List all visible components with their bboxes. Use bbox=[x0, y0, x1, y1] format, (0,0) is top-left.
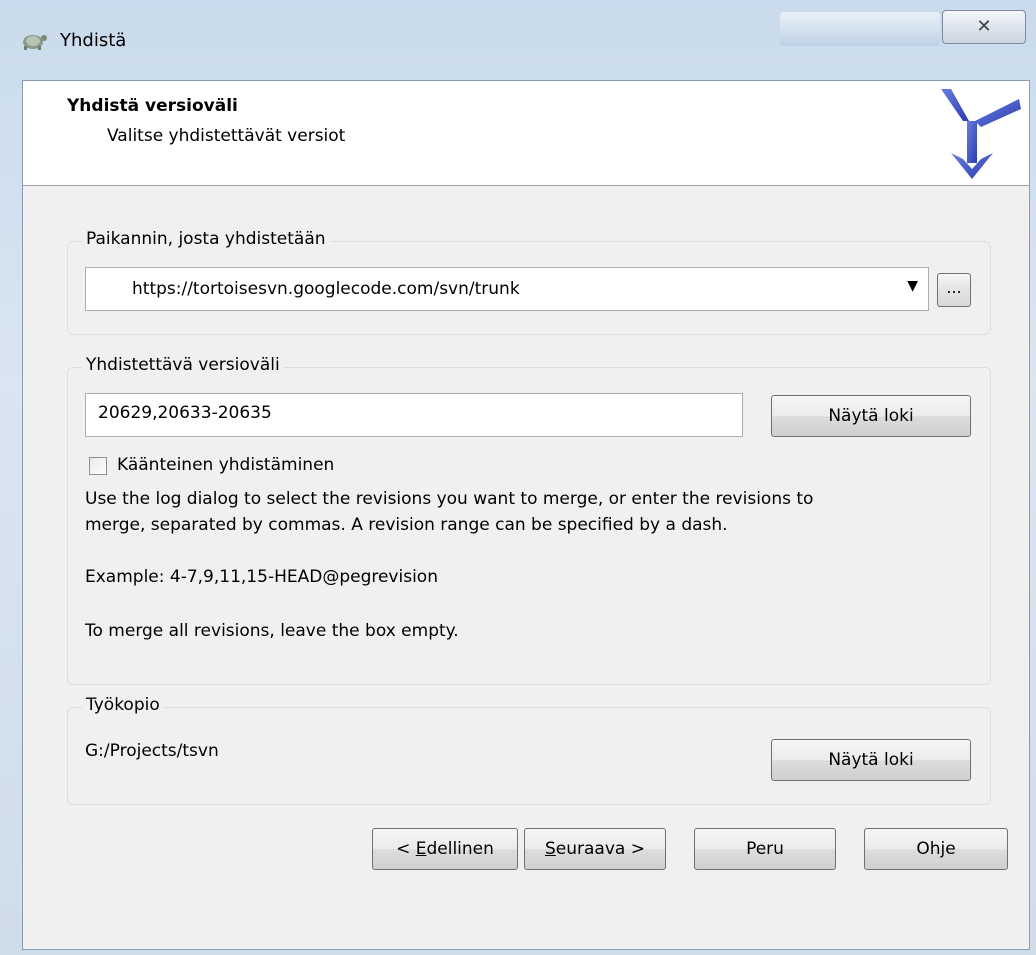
close-button[interactable]: ✕ bbox=[942, 10, 1026, 44]
help-text-line-2: merge, separated by commas. A revision r… bbox=[85, 515, 728, 535]
dialog-client-area: Yhdistä versioväli Valitse yhdistettävät… bbox=[22, 80, 1030, 950]
help-text-line-1: Use the log dialog to select the revisio… bbox=[85, 489, 814, 509]
back-button[interactable]: < Edellinen bbox=[372, 828, 518, 870]
cancel-button[interactable]: Peru bbox=[694, 828, 836, 870]
tortoise-app-icon bbox=[23, 35, 47, 50]
url-combobox[interactable]: https://tortoisesvn.googlecode.com/svn/t… bbox=[85, 267, 929, 311]
revision-range-input[interactable]: 20629,20633-20635 bbox=[85, 393, 743, 437]
working-copy-show-log-button[interactable]: Näytä loki bbox=[771, 739, 971, 781]
reverse-merge-checkbox[interactable] bbox=[89, 457, 107, 475]
help-button[interactable]: Ohje bbox=[864, 828, 1008, 870]
show-log-button[interactable]: Näytä loki bbox=[771, 395, 971, 437]
window-title: Yhdistä bbox=[60, 30, 127, 51]
back-label-rest: dellinen bbox=[426, 839, 494, 859]
title-bar: Yhdistä ✕ bbox=[0, 0, 1036, 80]
merge-from-label: Paikannin, josta yhdistetään bbox=[82, 229, 330, 249]
dropdown-arrow-icon[interactable]: ▼ bbox=[907, 278, 918, 294]
close-icon: ✕ bbox=[976, 16, 992, 37]
next-accelerator: S bbox=[545, 839, 556, 859]
empty-hint-text: To merge all revisions, leave the box em… bbox=[85, 621, 459, 641]
browse-button[interactable]: ... bbox=[937, 273, 971, 307]
merge-logo-icon bbox=[941, 89, 1021, 179]
revision-range-label: Yhdistettävä versioväli bbox=[82, 355, 284, 375]
url-value: https://tortoisesvn.googlecode.com/svn/t… bbox=[132, 279, 520, 299]
reverse-merge-label[interactable]: Käänteinen yhdistäminen bbox=[117, 455, 334, 475]
background-window-button bbox=[780, 12, 940, 46]
page-subtitle: Valitse yhdistettävät versiot bbox=[107, 126, 346, 146]
wizard-header: Yhdistä versioväli Valitse yhdistettävät… bbox=[23, 81, 1029, 186]
working-copy-label: Työkopio bbox=[82, 695, 164, 715]
next-button[interactable]: Seuraava > bbox=[524, 828, 666, 870]
back-prefix: < bbox=[396, 839, 416, 859]
example-text: Example: 4-7,9,11,15-HEAD@pegrevision bbox=[85, 567, 438, 587]
dialog-window: Yhdistä ✕ Yhdistä versioväli Valitse yhd… bbox=[0, 0, 1036, 955]
next-label-rest: euraava > bbox=[555, 839, 645, 859]
page-title: Yhdistä versioväli bbox=[67, 96, 238, 116]
back-accelerator: E bbox=[415, 839, 427, 859]
